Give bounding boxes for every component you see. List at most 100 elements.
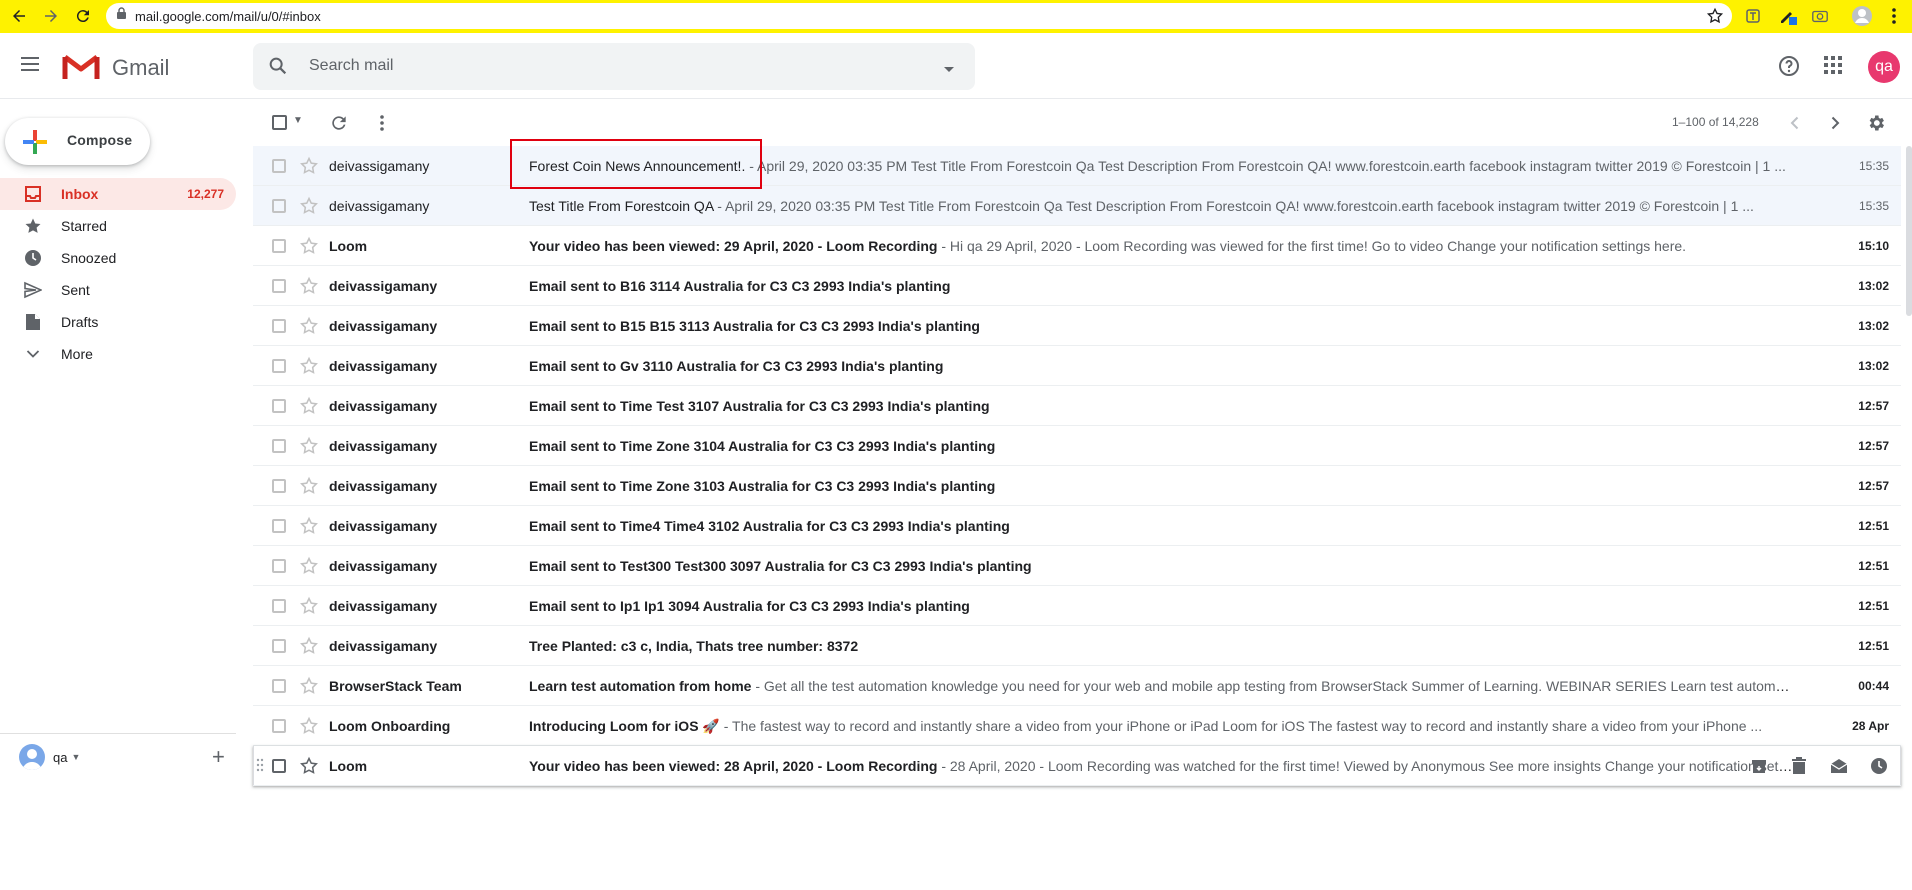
bookmark-star-icon[interactable] <box>1706 7 1724 30</box>
chevron-left-icon[interactable] <box>1786 114 1804 137</box>
star-icon[interactable] <box>299 556 319 581</box>
scrollbar[interactable] <box>1906 146 1912 316</box>
add-contact-plus-icon[interactable]: + <box>212 746 225 768</box>
email-row[interactable]: deivassigamany Email sent to Ip1 Ip1 3094… <box>253 586 1901 626</box>
drag-handle-icon[interactable] <box>256 758 264 777</box>
sidebar-item-label: More <box>61 346 93 362</box>
email-checkbox[interactable] <box>272 159 286 173</box>
email-subject: Your video has been viewed: 29 April, 20… <box>529 238 938 254</box>
email-checkbox[interactable] <box>272 319 286 333</box>
reload-icon[interactable] <box>68 1 98 31</box>
email-checkbox[interactable] <box>272 239 286 253</box>
browser-menu-icon[interactable] <box>1882 4 1906 28</box>
archive-icon[interactable] <box>1747 754 1771 778</box>
compose-button[interactable]: Compose <box>5 118 150 165</box>
email-row[interactable]: Loom Your video has been viewed: 29 April… <box>253 226 1901 266</box>
email-checkbox[interactable] <box>272 559 286 573</box>
sidebar-item-snoozed[interactable]: Snoozed <box>0 242 236 274</box>
email-row[interactable]: deivassigamany Forest Coin News Announcem… <box>253 146 1901 186</box>
sidebar-item-inbox[interactable]: Inbox 12,277 <box>0 178 236 210</box>
email-row[interactable]: deivassigamany Email sent to Time Zone 31… <box>253 426 1901 466</box>
help-icon[interactable] <box>1777 54 1801 83</box>
star-icon[interactable] <box>299 356 319 381</box>
star-icon[interactable] <box>299 676 319 701</box>
email-row[interactable]: deivassigamany Email sent to Test300 Test… <box>253 546 1901 586</box>
sidebar-item-starred[interactable]: Starred <box>0 210 236 242</box>
star-icon[interactable] <box>299 276 319 301</box>
search-options-dropdown-icon[interactable] <box>943 61 955 79</box>
address-bar[interactable]: mail.google.com/mail/u/0/#inbox <box>106 3 1732 29</box>
email-subject: Email sent to Ip1 Ip1 3094 Australia for… <box>529 598 970 614</box>
email-row[interactable]: deivassigamany Tree Planted: c3 c, India,… <box>253 626 1901 666</box>
star-icon[interactable] <box>299 516 319 541</box>
email-row[interactable]: deivassigamany Email sent to Gv 3110 Aust… <box>253 346 1901 386</box>
delete-icon[interactable] <box>1787 754 1811 778</box>
email-row[interactable]: deivassigamany Email sent to Time4 Time4 … <box>253 506 1901 546</box>
refresh-icon[interactable] <box>329 113 349 138</box>
select-all-checkbox[interactable] <box>272 115 287 130</box>
star-icon[interactable] <box>299 236 319 261</box>
email-checkbox[interactable] <box>272 639 286 653</box>
sidebar-item-label: Inbox <box>61 186 99 202</box>
email-row[interactable]: BrowserStack Team Learn test automation f… <box>253 666 1901 706</box>
star-icon[interactable] <box>299 756 319 781</box>
email-checkbox[interactable] <box>272 759 286 773</box>
star-icon[interactable] <box>299 636 319 661</box>
forward-arrow-icon[interactable] <box>36 1 66 31</box>
email-sender: deivassigamany <box>329 438 438 454</box>
gear-icon[interactable] <box>1866 113 1886 138</box>
select-dropdown-icon[interactable]: ▼ <box>293 115 303 126</box>
search-icon[interactable] <box>267 55 289 82</box>
main-menu-icon[interactable] <box>18 52 46 80</box>
gmail-logo-icon[interactable] <box>62 53 100 86</box>
email-row[interactable]: deivassigamany Email sent to Time Test 31… <box>253 386 1901 426</box>
mark-as-read-icon[interactable] <box>1827 754 1851 778</box>
extension-camera-icon[interactable] <box>1808 4 1832 28</box>
search-input[interactable] <box>309 53 889 79</box>
star-icon[interactable] <box>299 436 319 461</box>
email-row[interactable]: deivassigamany Test Title From Forestcoin… <box>253 186 1901 226</box>
profile-icon[interactable] <box>1850 4 1874 28</box>
email-row[interactable]: deivassigamany Email sent to B16 3114 Aus… <box>253 266 1901 306</box>
star-icon[interactable] <box>299 316 319 341</box>
email-checkbox[interactable] <box>272 679 286 693</box>
email-row[interactable]: deivassigamany Email sent to B15 B15 3113… <box>253 306 1901 346</box>
email-subject: Email sent to B16 3114 Australia for C3 … <box>529 278 951 294</box>
email-checkbox[interactable] <box>272 479 286 493</box>
email-checkbox[interactable] <box>272 279 286 293</box>
email-checkbox[interactable] <box>272 519 286 533</box>
extension-text-icon[interactable] <box>1741 4 1765 28</box>
email-checkbox[interactable] <box>272 399 286 413</box>
snooze-clock-icon[interactable] <box>1867 754 1891 778</box>
email-checkbox[interactable] <box>272 359 286 373</box>
star-icon[interactable] <box>299 476 319 501</box>
star-icon[interactable] <box>299 396 319 421</box>
email-row[interactable]: Loom Your video has been viewed: 28 April… <box>253 746 1901 786</box>
back-arrow-icon[interactable] <box>4 1 34 31</box>
email-checkbox[interactable] <box>272 719 286 733</box>
star-icon[interactable] <box>299 196 319 221</box>
hangouts-account[interactable]: qa ▼ <box>19 744 80 770</box>
sidebar-item-drafts[interactable]: Drafts <box>0 306 236 338</box>
star-icon[interactable] <box>299 156 319 181</box>
email-row[interactable]: deivassigamany Email sent to Time Zone 31… <box>253 466 1901 506</box>
gmail-wordmark[interactable]: Gmail <box>112 55 169 81</box>
email-row[interactable]: Loom Onboarding Introducing Loom for iOS … <box>253 706 1901 746</box>
email-checkbox[interactable] <box>272 439 286 453</box>
sidebar-item-sent[interactable]: Sent <box>0 274 236 306</box>
email-checkbox[interactable] <box>272 599 286 613</box>
send-icon <box>24 281 42 299</box>
account-avatar[interactable]: qa <box>1868 51 1900 83</box>
email-snippet: - The fastest way to record and instantl… <box>719 718 1763 734</box>
email-snippet: - 28 April, 2020 - Loom Recording was wa… <box>937 758 1793 774</box>
star-icon[interactable] <box>299 716 319 741</box>
star-icon[interactable] <box>299 596 319 621</box>
more-options-icon[interactable] <box>372 113 392 138</box>
sidebar-item-more[interactable]: More <box>0 338 236 370</box>
extension-pen-icon[interactable] <box>1776 4 1800 28</box>
google-apps-icon[interactable] <box>1823 55 1843 80</box>
email-checkbox[interactable] <box>272 199 286 213</box>
search-bar[interactable] <box>253 43 975 90</box>
caret-down-icon[interactable]: ▼ <box>71 752 80 762</box>
chevron-right-icon[interactable] <box>1826 114 1844 137</box>
